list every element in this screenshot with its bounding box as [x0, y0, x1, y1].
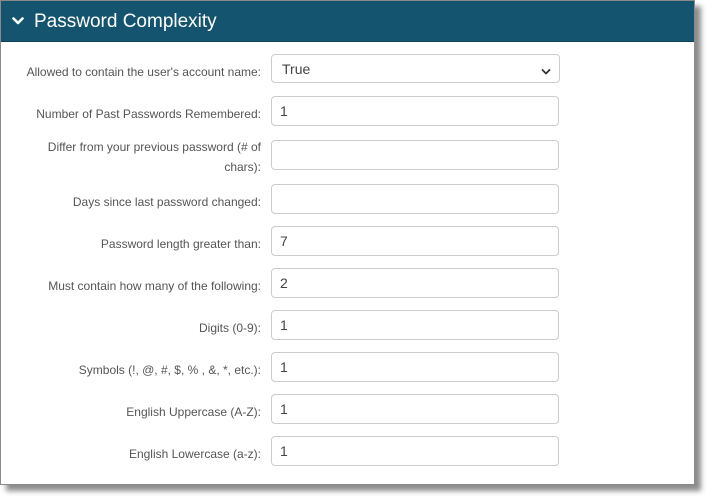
form-row-symbols: Symbols (!, @, #, $, % , &, *, etc.):: [1, 352, 694, 382]
categories-required-label: Must contain how many of the following:: [48, 279, 261, 293]
panel-header-toggle[interactable]: Password Complexity: [1, 1, 694, 42]
digits-input[interactable]: [271, 310, 559, 340]
form-row-digits: Digits (0-9):: [1, 310, 694, 340]
categories-required-input[interactable]: [271, 268, 559, 298]
form-row-lowercase: English Lowercase (a-z):: [1, 436, 694, 466]
account-name-select-value: True: [282, 61, 311, 77]
form-row-categories-required: Must contain how many of the following:: [1, 268, 694, 298]
form-row-min-length: Password length greater than:: [1, 226, 694, 256]
symbols-label: Symbols (!, @, #, $, % , &, *, etc.):: [78, 363, 261, 377]
days-since-change-input[interactable]: [271, 184, 559, 214]
uppercase-label: English Uppercase (A-Z):: [126, 405, 261, 419]
min-length-label: Password length greater than:: [100, 237, 261, 251]
differ-chars-label: Differ from your previous password (# of…: [47, 140, 261, 174]
form-row-uppercase: English Uppercase (A-Z):: [1, 394, 694, 424]
form-row-differ-chars: Differ from your previous password (# of…: [1, 140, 694, 174]
account-name-select[interactable]: True: [271, 54, 560, 83]
form-row-days-since-change: Days since last password changed:: [1, 184, 694, 214]
uppercase-input[interactable]: [271, 394, 559, 424]
past-passwords-label: Number of Past Passwords Remembered:: [36, 107, 261, 121]
min-length-input[interactable]: [271, 226, 559, 256]
account-name-label: Allowed to contain the user's account na…: [26, 65, 261, 79]
chevron-down-icon: [541, 64, 551, 75]
differ-chars-input[interactable]: [271, 140, 559, 170]
chevron-down-icon[interactable]: [12, 15, 24, 27]
password-complexity-panel: Password Complexity Allowed to contain t…: [0, 0, 695, 485]
lowercase-input[interactable]: [271, 436, 559, 466]
form-row-account-name: Allowed to contain the user's account na…: [1, 54, 694, 84]
lowercase-label: English Lowercase (a-z):: [128, 447, 261, 461]
form-row-past-passwords: Number of Past Passwords Remembered:: [1, 96, 694, 126]
past-passwords-input[interactable]: [271, 96, 559, 126]
digits-label: Digits (0-9):: [198, 321, 261, 335]
panel-title: Password Complexity: [34, 10, 217, 32]
symbols-input[interactable]: [271, 352, 559, 382]
days-since-change-label: Days since last password changed:: [72, 195, 261, 209]
